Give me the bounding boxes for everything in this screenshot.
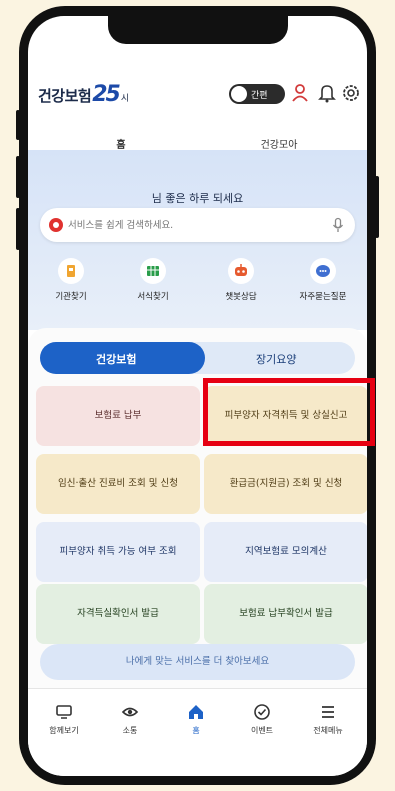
card-payment-certificate[interactable]: 보험료 납부확인서 발급 <box>204 584 367 644</box>
quick-link-faq[interactable]: 자주묻는질문 <box>288 258 358 302</box>
card-refund-inquiry[interactable]: 환급금(지원금) 조회 및 신청 <box>204 454 367 514</box>
card-regional-premium-calc[interactable]: 지역보험료 모의계산 <box>204 522 367 582</box>
quick-link-forms[interactable]: 서식찾기 <box>118 258 188 302</box>
phone-side-button <box>16 110 20 140</box>
eye-icon <box>121 703 139 721</box>
logo-number: 25 <box>92 82 121 107</box>
nav-all-menu[interactable]: 전체메뉴 <box>298 703 358 736</box>
bottom-navigation: 함께보기 소통 홈 이벤트 전체메뉴 <box>28 688 367 776</box>
quick-link-institution[interactable]: 기관찾기 <box>36 258 106 302</box>
building-icon <box>58 258 84 284</box>
search-input[interactable] <box>68 217 328 233</box>
nav-communication[interactable]: 소통 <box>100 703 160 736</box>
phone-volume-down-button <box>16 208 20 250</box>
quick-link-label: 기관찾기 <box>55 292 87 302</box>
nav-event[interactable]: 이벤트 <box>232 703 292 736</box>
microphone-icon[interactable] <box>330 217 346 233</box>
gear-icon[interactable] <box>340 82 362 104</box>
phone-power-button <box>375 176 379 238</box>
app-logo[interactable]: 건강보험 25 시 <box>38 82 129 107</box>
nav-label: 함께보기 <box>49 726 79 735</box>
toggle-label: 간편 <box>251 91 268 101</box>
card-premium-payment[interactable]: 보험료 납부 <box>36 386 200 446</box>
nav-home[interactable]: 홈 <box>166 703 226 736</box>
search-icon <box>48 217 64 233</box>
nav-label: 이벤트 <box>250 726 274 735</box>
bell-icon[interactable] <box>316 82 338 104</box>
quick-link-label: 챗봇상담 <box>225 292 257 302</box>
quick-link-label: 자주묻는질문 <box>299 292 347 302</box>
monitor-icon <box>55 703 73 721</box>
simple-mode-toggle[interactable]: 간편 <box>229 84 285 104</box>
faq-icon <box>310 258 336 284</box>
segment-long-term-care-label[interactable]: 장기요양 <box>256 351 296 367</box>
tab-home[interactable]: 홈 <box>56 136 186 151</box>
hero-section: 님 좋은 하루 되세요 기관찾기 서식찾기 챗봇 <box>28 150 367 330</box>
tab-health-moa[interactable]: 건강모아 <box>214 136 344 151</box>
check-circle-icon <box>253 703 271 721</box>
menu-icon <box>319 703 337 721</box>
nav-label: 홈 <box>192 726 200 735</box>
card-qualification-certificate[interactable]: 자격득실확인서 발급 <box>36 584 200 644</box>
highlight-box <box>203 378 375 446</box>
nav-together[interactable]: 함께보기 <box>34 703 94 736</box>
logo-text: 건강보험 <box>38 87 92 105</box>
chatbot-icon <box>228 258 254 284</box>
toggle-knob <box>231 86 247 102</box>
service-segment-control: 건강보험 장기요양 <box>40 342 355 374</box>
card-maternity-expense[interactable]: 임신·출산 진료비 조회 및 신청 <box>36 454 200 514</box>
user-icon[interactable] <box>290 82 312 104</box>
logo-suffix: 시 <box>120 94 130 104</box>
nav-label: 소통 <box>122 726 138 735</box>
find-more-services-button[interactable]: 나에게 맞는 서비스를 더 찾아보세요 <box>40 644 355 680</box>
search-bar[interactable] <box>40 208 355 242</box>
phone-notch <box>108 16 288 44</box>
quick-link-label: 서식찾기 <box>137 292 169 302</box>
segment-health-insurance-label[interactable]: 건강보험 <box>96 351 136 367</box>
quick-link-chatbot[interactable]: 챗봇상담 <box>206 258 276 302</box>
greeting-text: 님 좋은 하루 되세요 <box>151 192 244 205</box>
home-icon <box>187 703 205 721</box>
form-icon <box>140 258 166 284</box>
card-dependent-eligibility[interactable]: 피부양자 취득 가능 여부 조회 <box>36 522 200 582</box>
phone-volume-up-button <box>16 156 20 198</box>
app-header: 건강보험 25 시 간편 <box>28 74 367 114</box>
nav-label: 전체메뉴 <box>313 726 343 735</box>
